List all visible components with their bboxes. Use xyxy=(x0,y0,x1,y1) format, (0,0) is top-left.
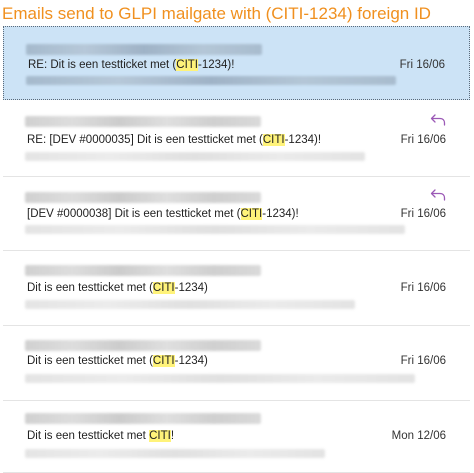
subject-highlight: CITI xyxy=(149,430,171,442)
email-date: Fri 16/06 xyxy=(399,59,445,71)
email-item[interactable]: [DEV #0000038] Dit is een testticket met… xyxy=(3,178,470,251)
sender-blurred xyxy=(25,265,261,276)
email-subject: RE: Dit is een testticket met (CITI-1234… xyxy=(28,58,234,73)
email-subject: [DEV #0000038] Dit is een testticket met… xyxy=(27,207,299,222)
subject-highlight: CITI xyxy=(176,59,198,71)
sender-blurred xyxy=(25,116,261,127)
reply-arrow-icon xyxy=(430,114,446,126)
email-item[interactable]: Dit is een testticket met (CITI-1234) Fr… xyxy=(3,252,470,326)
email-subject: Dit is een testticket met CITI! xyxy=(27,429,174,444)
email-subject: RE: [DEV #0000035] Dit is een testticket… xyxy=(27,133,321,148)
email-item[interactable]: RE: [DEV #0000035] Dit is een testticket… xyxy=(3,102,470,177)
subject-text-end: -1234) xyxy=(174,282,208,294)
sender-blurred xyxy=(25,340,261,351)
sender-blurred xyxy=(25,413,261,424)
subject-text-end: -1234)! xyxy=(198,59,235,71)
subject-highlight: CITI xyxy=(240,208,263,220)
subject-text: Dit is een testticket met ( xyxy=(27,282,153,294)
subject-text: RE: Dit is een testticket met ( xyxy=(28,59,177,71)
subject-text: RE: [DEV #0000035] Dit is een testticket… xyxy=(27,134,263,146)
preview-blurred xyxy=(25,300,355,309)
preview-blurred xyxy=(25,449,325,458)
email-item[interactable]: Dit is een testticket met CITI! Mon 12/0… xyxy=(3,402,470,473)
preview-blurred xyxy=(26,76,396,85)
email-date: Fri 16/06 xyxy=(400,355,446,367)
subject-text-end: -1234)! xyxy=(262,208,299,220)
email-date: Mon 12/06 xyxy=(391,430,446,442)
email-list: RE: Dit is een testticket met (CITI-1234… xyxy=(0,26,474,473)
page-title: Emails send to GLPI mailgate with (CITI-… xyxy=(2,4,431,23)
subject-text-end: -1234) xyxy=(174,355,208,367)
email-item[interactable]: Dit is een testticket met (CITI-1234) Fr… xyxy=(3,327,470,401)
email-subject: Dit is een testticket met (CITI-1234) xyxy=(27,354,208,369)
subject-text-end: -1234)! xyxy=(284,134,322,146)
email-date: Fri 16/06 xyxy=(400,134,446,146)
sender-blurred xyxy=(26,44,262,55)
preview-blurred xyxy=(25,152,365,161)
preview-blurred xyxy=(25,225,405,234)
subject-text: Dit is een testticket met xyxy=(27,430,150,442)
reply-arrow-icon xyxy=(430,189,446,201)
subject-highlight: CITI xyxy=(262,134,285,146)
sender-blurred xyxy=(25,192,261,203)
subject-text: Dit is een testticket met ( xyxy=(27,355,153,367)
email-item[interactable]: RE: Dit is een testticket met (CITI-1234… xyxy=(3,26,470,100)
subject-highlight: CITI xyxy=(152,282,175,294)
email-subject: Dit is een testticket met (CITI-1234) xyxy=(27,281,208,296)
preview-blurred xyxy=(25,374,415,383)
email-date: Fri 16/06 xyxy=(400,282,446,294)
subject-text-end: ! xyxy=(170,430,175,442)
email-date: Fri 16/06 xyxy=(400,208,446,220)
subject-highlight: CITI xyxy=(152,355,175,367)
subject-text: [DEV #0000038] Dit is een testticket met… xyxy=(27,208,241,220)
